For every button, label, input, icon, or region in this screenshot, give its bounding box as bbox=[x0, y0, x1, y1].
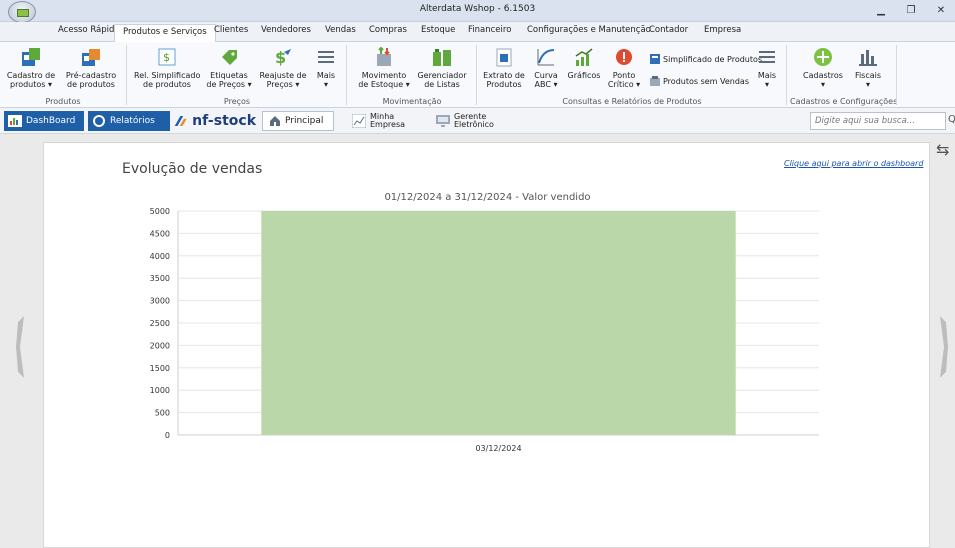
bar bbox=[261, 211, 736, 435]
group-separator bbox=[896, 45, 897, 105]
restore-icon[interactable]: ❐ bbox=[896, 0, 926, 22]
y-tick-label: 0 bbox=[165, 431, 170, 440]
rel-simplificado-button[interactable]: $ Rel. Simplificado de produtos bbox=[134, 46, 200, 89]
produtos-sem-vendas-button[interactable]: Produtos sem Vendas bbox=[650, 76, 749, 86]
svg-text:$: $ bbox=[163, 51, 170, 64]
nfstock-tab[interactable]: nf-stock bbox=[174, 111, 256, 131]
group-separator bbox=[126, 45, 127, 105]
title-bar: Alterdata Wshop - 6.1503 ▁ ❐ ✕ bbox=[0, 0, 955, 23]
y-tick-label: 5000 bbox=[150, 207, 170, 216]
menu-lines-icon bbox=[759, 51, 775, 63]
y-tick-label: 3500 bbox=[150, 274, 170, 283]
gerenciador-listas-button[interactable]: Gerenciador de Listas bbox=[416, 46, 468, 89]
y-tick-label: 4000 bbox=[150, 252, 170, 261]
critical-point-icon bbox=[616, 49, 632, 65]
relatorios-tab[interactable]: Relatórios bbox=[88, 111, 170, 131]
curva-abc-button[interactable]: Curva ABC ▾ bbox=[530, 46, 562, 89]
minha-empresa-tab[interactable]: Minha Empresa bbox=[352, 111, 424, 131]
tab-acesso-rapido[interactable]: Acesso Rápido bbox=[58, 25, 120, 35]
y-tick-label: 1000 bbox=[150, 386, 170, 395]
stock-movement-icon bbox=[377, 46, 391, 66]
pre-register-icon bbox=[82, 49, 100, 66]
price-report-icon: $ bbox=[158, 48, 176, 66]
x-tick-label: 03/12/2024 bbox=[475, 444, 521, 453]
simplificado-produtos-button[interactable]: Simplificado de Produtos bbox=[650, 54, 762, 64]
group-consultas-label: Consultas e Relatórios de Produtos bbox=[562, 97, 702, 106]
fiscal-icon bbox=[859, 50, 877, 66]
company-chart-icon bbox=[352, 114, 366, 128]
price-tag-icon bbox=[222, 50, 237, 65]
tab-vendedores[interactable]: Vendedores bbox=[261, 25, 311, 35]
graficos-button[interactable]: Gráficos bbox=[566, 46, 602, 80]
tab-clientes[interactable]: Clientes bbox=[214, 25, 248, 35]
group-movimentacao-label: Movimentação bbox=[382, 97, 442, 106]
y-tick-label: 500 bbox=[155, 409, 170, 418]
next-arrow-icon[interactable] bbox=[940, 316, 948, 378]
movimento-estoque-button[interactable]: Movimento de Estoque ▾ bbox=[354, 46, 414, 89]
sales-chart: 0 500 1000 1500 2000 2500 3000 3500 4000 4500 5000… bbox=[150, 207, 819, 453]
list-manager-icon bbox=[433, 49, 451, 66]
search-input[interactable]: Digite aqui sua busca... bbox=[810, 112, 946, 130]
dashboard-tab[interactable]: DashBoard bbox=[4, 111, 84, 131]
group-precos-label: Preços bbox=[223, 97, 251, 106]
tab-estoque[interactable]: Estoque bbox=[421, 25, 455, 35]
minimize-icon[interactable]: ▁ bbox=[866, 0, 896, 22]
menu-bar: Acesso Rápido Produtos e Serviços Client… bbox=[0, 22, 955, 42]
tab-empresa[interactable]: Empresa bbox=[704, 25, 741, 35]
y-tick-label: 1500 bbox=[150, 364, 170, 373]
y-tick-label: 3000 bbox=[150, 297, 170, 306]
add-circle-icon bbox=[814, 48, 832, 66]
fiscais-button[interactable]: Fiscais ▾ bbox=[850, 46, 886, 89]
tab-produtos-servicos[interactable]: Produtos e Serviços bbox=[114, 24, 216, 42]
simple-report-icon bbox=[650, 54, 660, 64]
group-separator bbox=[476, 45, 477, 105]
group-produtos-label: Produtos bbox=[45, 97, 81, 106]
product-statement-icon bbox=[496, 48, 512, 67]
cadastro-produtos-button[interactable]: Cadastro de produtos ▾ bbox=[4, 46, 58, 89]
group-cadastros-label: Cadastros e Configurações bbox=[790, 97, 898, 106]
charts-icon bbox=[575, 48, 593, 66]
mais-consultas-button[interactable]: Mais ▾ bbox=[754, 46, 780, 89]
nfstock-logo-icon bbox=[174, 116, 187, 126]
home-icon bbox=[270, 116, 280, 126]
tab-compras[interactable]: Compras bbox=[369, 25, 407, 35]
svg-text:$: $ bbox=[275, 48, 286, 67]
group-separator bbox=[786, 45, 787, 105]
abc-curve-icon bbox=[537, 49, 555, 66]
etiquetas-button[interactable]: Etiquetas de Preços ▾ bbox=[204, 46, 254, 89]
cadastros-button[interactable]: Cadastros ▾ bbox=[800, 46, 846, 89]
ponto-critico-button[interactable]: Ponto Crítico ▾ bbox=[604, 46, 644, 89]
main-content: ⇆ Evolução de vendas Clique aqui para ab… bbox=[0, 134, 955, 548]
close-icon[interactable]: ✕ bbox=[926, 0, 955, 22]
dashboard-icon bbox=[8, 115, 22, 127]
dashboard-card: Evolução de vendas Clique aqui para abri… bbox=[43, 142, 930, 548]
y-tick-label: 2000 bbox=[150, 341, 170, 350]
pre-cadastro-button[interactable]: Pré-cadastro de produtos bbox=[62, 46, 120, 89]
y-tick-label: 4500 bbox=[150, 229, 170, 238]
extrato-produtos-button[interactable]: Extrato de Produtos bbox=[482, 46, 526, 89]
tab-contador[interactable]: Contador bbox=[649, 25, 688, 35]
previous-arrow-icon[interactable] bbox=[16, 316, 24, 378]
tab-financeiro[interactable]: Financeiro bbox=[468, 25, 511, 35]
monitor-icon bbox=[436, 115, 450, 127]
reajuste-button[interactable]: $ Reajuste de Preços ▾ bbox=[258, 46, 308, 89]
tab-configuracoes[interactable]: Configurações e Manutenção bbox=[527, 25, 651, 35]
y-tick-label: 2500 bbox=[150, 319, 170, 328]
principal-tab[interactable]: Principal bbox=[262, 111, 334, 131]
ribbon: Cadastro de produtos ▾ Pré-cadastro de p… bbox=[0, 42, 955, 108]
search-icon[interactable]: Q bbox=[948, 114, 955, 125]
gerente-eletronico-tab[interactable]: Gerente Eletrônico bbox=[436, 111, 516, 131]
price-adjust-icon: $ bbox=[275, 48, 291, 67]
tab-vendas[interactable]: Vendas bbox=[325, 25, 356, 35]
reports-icon bbox=[93, 115, 105, 127]
menu-lines-icon bbox=[318, 51, 334, 63]
nav-bar: DashBoard Relatórios nf-stock Principal … bbox=[0, 108, 955, 134]
mais-precos-button[interactable]: Mais ▾ bbox=[312, 46, 340, 89]
refresh-icon[interactable]: ⇆ bbox=[936, 140, 949, 159]
no-sales-icon bbox=[650, 76, 660, 86]
group-separator bbox=[346, 45, 347, 105]
product-register-icon bbox=[22, 48, 40, 66]
window-title: Alterdata Wshop - 6.1503 bbox=[419, 4, 536, 14]
